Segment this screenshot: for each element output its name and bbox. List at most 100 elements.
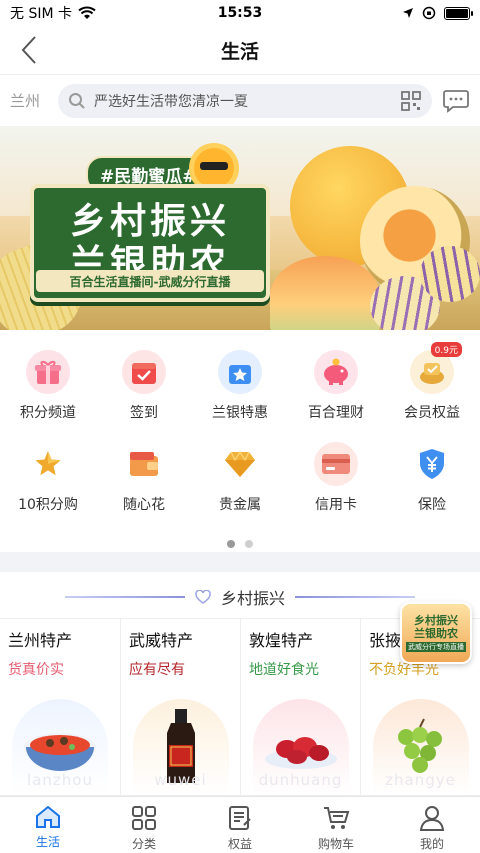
qr-scan-icon[interactable]	[400, 90, 422, 112]
grid-item-label: 信用卡	[315, 497, 357, 513]
tab-benefits[interactable]: 权益	[192, 797, 288, 853]
gold-diamond-icon	[218, 442, 262, 486]
pager-dot-active[interactable]	[227, 540, 235, 548]
grid-item-bank-special[interactable]: 兰银特惠	[192, 340, 288, 432]
melon-slice-image-2	[270, 256, 380, 330]
orientation-lock-icon	[422, 6, 436, 20]
star-gift-box-icon	[218, 350, 262, 394]
bottom-tab-bar: 生活 分类 权益 购物车 我的	[0, 796, 480, 853]
price-badge: 0.9元	[430, 342, 462, 357]
section-line-left	[64, 596, 185, 598]
banner-headline-1: 乡村振兴	[69, 201, 230, 242]
credit-card-icon	[314, 442, 358, 486]
page-title: 生活	[220, 40, 259, 63]
tab-label: 权益	[227, 837, 252, 851]
chat-bubble-icon	[443, 89, 469, 113]
grid-item-insurance[interactable]: 保险	[384, 432, 480, 524]
pager-dot[interactable]	[245, 540, 253, 548]
product-pinyin: zhangye	[385, 771, 456, 789]
tab-label: 生活	[35, 835, 60, 849]
service-grid-row: 10积分购 随心花 贵金属 信用卡 保险	[0, 432, 480, 524]
grid-item-10-points-buy[interactable]: 10积分购	[0, 432, 96, 524]
carrier-label: 无 SIM 卡	[10, 6, 72, 22]
search-icon	[69, 92, 85, 109]
sun-sunglasses-icon	[194, 148, 234, 188]
product-pinyin: lanzhou	[27, 771, 93, 789]
float-ad-line1: 乡村振兴	[414, 614, 458, 627]
search-row: 兰州 严选好生活带您清凉一夏	[0, 74, 480, 126]
grid-item-label: 兰银特惠	[212, 405, 268, 421]
status-left: 无 SIM 卡	[10, 3, 96, 23]
product-card-lanzhou[interactable]: 兰州特产 货真价实 lanzhou	[0, 618, 120, 796]
section-title: 乡村振兴	[220, 589, 285, 608]
product-card-dunhuang[interactable]: 敦煌特产 地道好食光 dunhuang	[240, 618, 360, 796]
product-tagline: 地道好食光	[249, 662, 319, 678]
yuan-shield-icon	[410, 442, 454, 486]
grid-item-checkin[interactable]: 签到	[96, 340, 192, 432]
product-name: 兰州特产	[8, 631, 73, 650]
product-tagline: 应有尽有	[129, 662, 185, 678]
section-line-right	[295, 596, 415, 598]
navbar: 生活	[0, 26, 480, 74]
gift-icon	[26, 350, 70, 394]
chevron-left-icon	[21, 36, 36, 64]
grid-item-label: 10积分购	[18, 497, 78, 513]
crown-coin-icon: 0.9元	[410, 342, 462, 394]
tab-label: 分类	[131, 837, 156, 851]
float-ad-line2: 兰银助农	[414, 627, 458, 640]
product-pinyin: dunhuang	[258, 771, 343, 789]
floating-live-ad[interactable]: 乡村振兴 兰银助农 武威分行专场直播	[400, 602, 472, 664]
grid-item-label: 保险	[418, 497, 446, 513]
star-icon	[26, 442, 70, 486]
float-ad-line3: 武威分行专场直播	[406, 642, 466, 652]
promo-banner[interactable]: #民勤蜜瓜# 乡村振兴 兰银助农	[0, 126, 480, 330]
piggy-bank-icon	[314, 350, 358, 394]
message-button[interactable]	[442, 87, 470, 115]
tab-life[interactable]: 生活	[0, 797, 96, 853]
tab-cart[interactable]: 购物车	[288, 797, 384, 853]
service-grid: 积分频道 签到 兰银特惠 百合理财 0.9元 会员权益 10积分购 随心花 贵金…	[0, 340, 480, 524]
person-icon	[419, 806, 445, 831]
grid-item-points-channel[interactable]: 积分频道	[0, 340, 96, 432]
tab-profile[interactable]: 我的	[384, 797, 480, 853]
product-pinyin: wuwei	[154, 771, 207, 789]
cart-icon	[324, 807, 350, 829]
heart-icon	[195, 590, 211, 604]
tab-categories[interactable]: 分类	[96, 797, 192, 853]
grid-item-label: 会员权益	[404, 405, 460, 421]
grid-item-credit-card[interactable]: 信用卡	[288, 432, 384, 524]
status-right	[402, 6, 473, 20]
grid-item-label: 随心花	[123, 497, 165, 513]
grid-item-wealth[interactable]: 百合理财	[288, 340, 384, 432]
product-card-wuwei[interactable]: 武威特产 应有尽有 wuwei	[120, 618, 240, 796]
grid-item-precious-metals[interactable]: 贵金属	[192, 432, 288, 524]
grid-item-flex-spend[interactable]: 随心花	[96, 432, 192, 524]
grid-item-member-benefits[interactable]: 0.9元 会员权益	[384, 340, 480, 432]
grid-item-label: 贵金属	[219, 497, 261, 513]
home-icon	[36, 805, 60, 828]
section-divider	[0, 552, 480, 572]
product-name: 武威特产	[129, 631, 194, 650]
service-grid-row: 积分频道 签到 兰银特惠 百合理财 0.9元 会员权益	[0, 340, 480, 432]
grid-item-label: 积分频道	[20, 405, 76, 421]
tab-label: 我的	[419, 837, 444, 851]
status-bar: 无 SIM 卡 15:53	[0, 0, 480, 26]
location-arrow-icon	[403, 8, 413, 18]
wifi-icon	[78, 6, 96, 19]
city-selector[interactable]: 兰州	[10, 90, 58, 111]
grid-item-label: 签到	[130, 405, 158, 421]
grid-item-label: 百合理财	[308, 405, 364, 421]
pepino-image-2	[420, 246, 480, 302]
document-icon	[229, 806, 251, 830]
grid-icon	[132, 806, 156, 830]
tab-label: 购物车	[317, 837, 354, 851]
search-input[interactable]: 严选好生活带您清凉一夏	[58, 83, 432, 118]
battery-icon	[444, 6, 473, 20]
search-placeholder: 严选好生活带您清凉一夏	[94, 93, 248, 110]
banner-live-strip: 百合生活直播间-武威分行直播	[36, 270, 264, 292]
grid-pager	[0, 540, 480, 548]
product-tagline: 货真价实	[8, 662, 64, 678]
back-button[interactable]	[14, 32, 44, 68]
checkin-calendar-icon	[122, 350, 166, 394]
product-name: 敦煌特产	[249, 631, 314, 650]
